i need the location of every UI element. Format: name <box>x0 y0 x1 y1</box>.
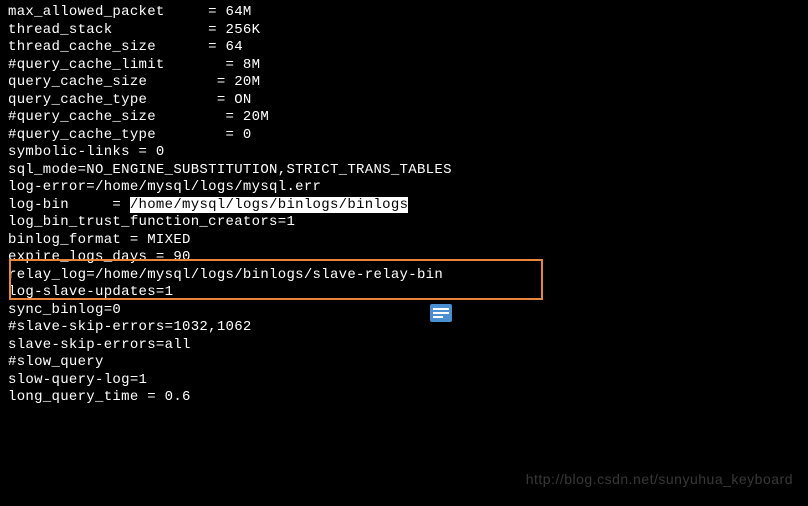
config-line: long_query_time = 0.6 <box>8 389 800 407</box>
config-line: #query_cache_size = 20M <box>8 109 800 127</box>
config-line: #slave-skip-errors=1032,1062 <box>8 319 800 337</box>
config-line: query_cache_size = 20M <box>8 74 800 92</box>
config-line: binlog_format = MIXED <box>8 232 800 250</box>
config-line: #query_cache_type = 0 <box>8 127 800 145</box>
config-line: sql_mode=NO_ENGINE_SUBSTITUTION,STRICT_T… <box>8 162 800 180</box>
config-line: slave-skip-errors=all <box>8 337 800 355</box>
config-line: symbolic-links = 0 <box>8 144 800 162</box>
config-line: query_cache_type = ON <box>8 92 800 110</box>
watermark-text: http://blog.csdn.net/sunyuhua_keyboard <box>526 471 793 489</box>
paragraph-marker-icon <box>430 304 452 322</box>
config-line: slow-query-log=1 <box>8 372 800 390</box>
config-line: relay_log=/home/mysql/logs/binlogs/slave… <box>8 267 800 285</box>
config-line: log-error=/home/mysql/logs/mysql.err <box>8 179 800 197</box>
terminal-text-area[interactable]: max_allowed_packet = 64M thread_stack = … <box>8 4 800 407</box>
config-line: log_bin_trust_function_creators=1 <box>8 214 800 232</box>
config-line-highlighted: log-bin = /home/mysql/logs/binlogs/binlo… <box>8 197 408 213</box>
config-line: max_allowed_packet = 64M <box>8 4 800 22</box>
config-line: log-slave-updates=1 <box>8 284 800 302</box>
config-line: sync_binlog=0 <box>8 302 800 320</box>
selected-text[interactable]: /home/mysql/logs/binlogs/binlogs <box>130 197 408 213</box>
config-line: thread_cache_size = 64 <box>8 39 800 57</box>
config-line: expire_logs_days = 90 <box>8 249 800 267</box>
logbin-prefix: log-bin = <box>8 197 130 213</box>
config-line: #query_cache_limit = 8M <box>8 57 800 75</box>
config-line: thread_stack = 256K <box>8 22 800 40</box>
config-line: #slow_query <box>8 354 800 372</box>
